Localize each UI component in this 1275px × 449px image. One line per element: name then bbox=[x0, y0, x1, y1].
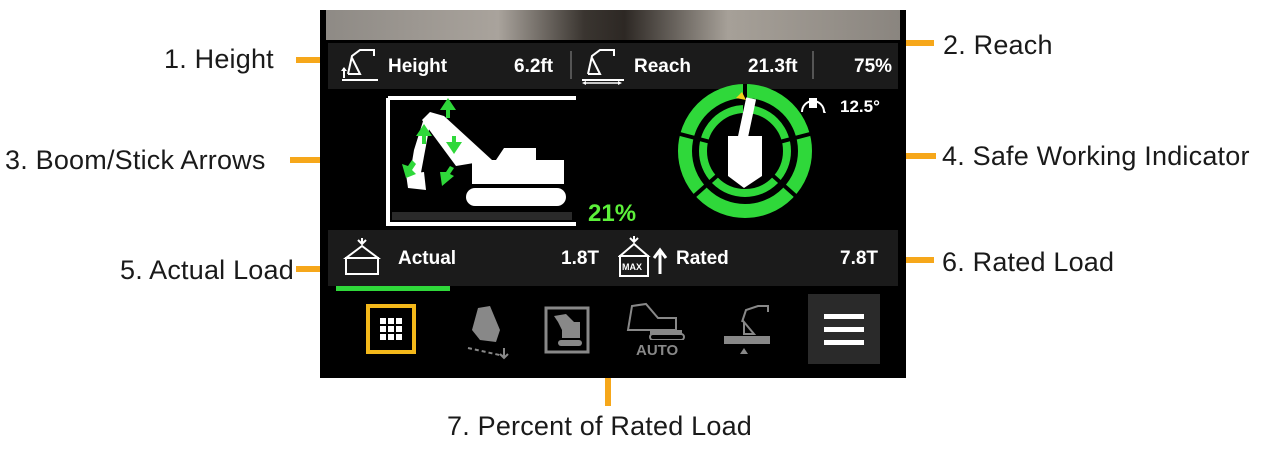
bucket-path-button[interactable] bbox=[460, 300, 516, 360]
auto-label: AUTO bbox=[636, 342, 679, 359]
rated-load-label: Rated bbox=[676, 248, 729, 269]
load-progress-bar bbox=[336, 286, 450, 291]
height-label: Height bbox=[388, 56, 448, 77]
max-badge: MAX bbox=[622, 262, 642, 272]
grade-icon bbox=[724, 305, 770, 354]
reach-label: Reach bbox=[634, 56, 692, 77]
rated-load-value: 7.8T bbox=[840, 248, 879, 269]
display-screen: Height 6.2ft Reach 21.3ft 75% 12.5° 21% … bbox=[320, 10, 906, 378]
grid-icon bbox=[380, 318, 402, 340]
frame-excavator-icon bbox=[544, 306, 590, 354]
camera-view bbox=[326, 10, 900, 40]
divider bbox=[570, 51, 572, 79]
actual-load-label: Actual bbox=[398, 248, 457, 269]
callout-boom-stick-arrows: 3. Boom/Stick Arrows bbox=[5, 145, 266, 175]
grade-button[interactable] bbox=[718, 302, 778, 358]
callout-rated-load: 6. Rated Load bbox=[942, 247, 1115, 277]
height-value: 6.2ft bbox=[514, 56, 554, 77]
rated-percent-value: 21% bbox=[588, 200, 637, 227]
excavator-icon bbox=[406, 112, 566, 206]
safe-working-indicator bbox=[670, 76, 820, 226]
boom-stick-panel bbox=[384, 94, 580, 230]
hook-load-icon bbox=[342, 236, 382, 284]
callout-actual-load: 5. Actual Load bbox=[120, 255, 294, 285]
max-load-icon: MAX bbox=[617, 234, 674, 280]
load-percent-value: 75% bbox=[854, 56, 893, 77]
reach-value: 21.3ft bbox=[748, 56, 798, 77]
callout-reach: 2. Reach bbox=[943, 30, 1053, 60]
auto-excavator-icon bbox=[626, 302, 685, 341]
boom-view-button[interactable] bbox=[544, 306, 590, 354]
divider bbox=[812, 51, 814, 79]
tilt-value: 12.5° bbox=[840, 97, 880, 116]
bottom-nav: AUTO bbox=[328, 294, 898, 368]
callout-safe-working-indicator: 4. Safe Working Indicator bbox=[942, 141, 1250, 171]
menu-button[interactable] bbox=[808, 294, 880, 364]
home-grid-button[interactable] bbox=[366, 304, 416, 354]
bucket-path-icon bbox=[467, 306, 509, 360]
actual-load-value: 1.8T bbox=[561, 248, 600, 269]
callout-height: 1. Height bbox=[164, 44, 274, 74]
height-icon bbox=[338, 46, 382, 92]
reach-icon bbox=[578, 46, 628, 92]
menu-icon bbox=[824, 314, 864, 345]
load-bar: Actual 1.8T MAX Rated 7.8T bbox=[328, 230, 898, 286]
auto-button[interactable]: AUTO bbox=[624, 300, 694, 364]
callout-percent-rated-load: 7. Percent of Rated Load bbox=[447, 411, 753, 441]
boom-stick-arrows bbox=[402, 98, 462, 186]
